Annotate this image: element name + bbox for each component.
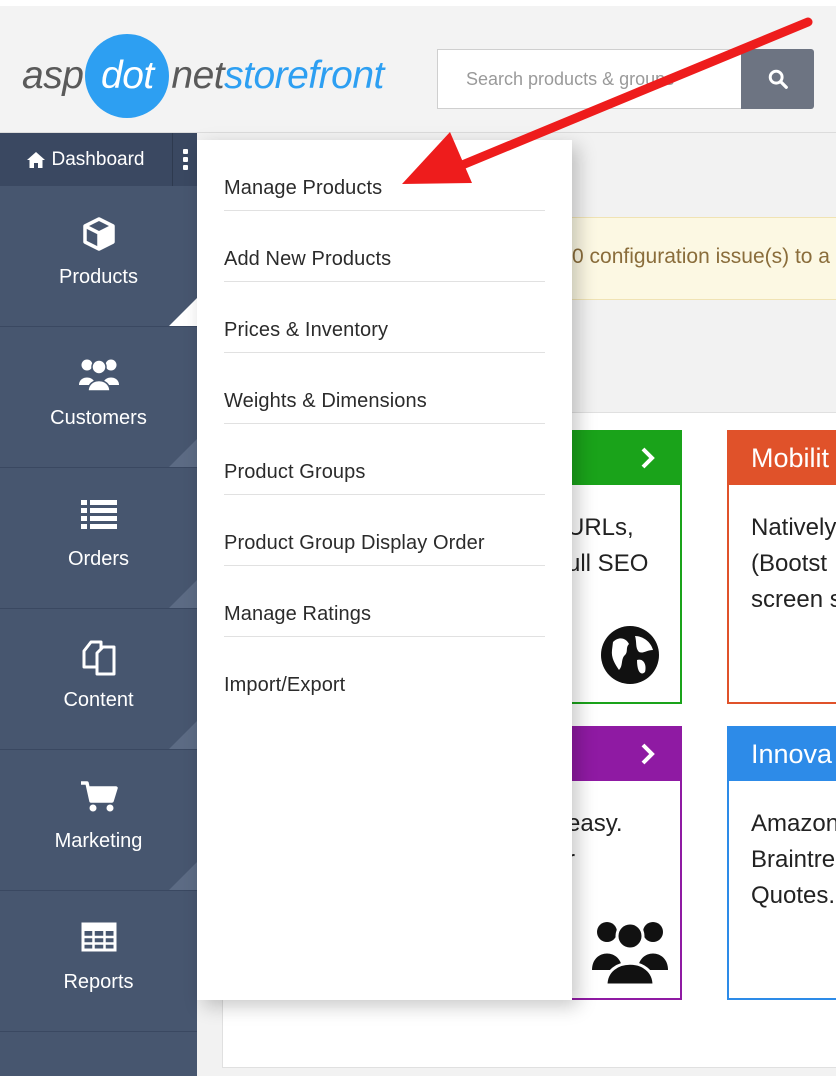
search-button[interactable]: [741, 49, 814, 109]
menu-item-product-groups[interactable]: Product Groups: [224, 424, 545, 495]
feature-card-mobility[interactable]: Mobilit Natively (Bootst screen s: [727, 430, 836, 704]
sidebar-item-label: Products: [59, 266, 138, 288]
copy-icon: [82, 640, 115, 676]
card-body-line: screen s: [751, 586, 836, 613]
card-body-line: URLs,: [572, 514, 634, 541]
dashboard-button[interactable]: Dashboard: [0, 133, 170, 186]
sidebar-item-orders[interactable]: Orders: [0, 468, 197, 609]
sidebar-item-content[interactable]: Content: [0, 609, 197, 750]
sidebar-item-label: Marketing: [54, 830, 143, 852]
card-body: URLs, ull SEO: [572, 510, 648, 582]
sidebar-item-label: Content: [63, 689, 134, 711]
users-icon: [592, 921, 668, 986]
site-logo[interactable]: asp dot net storefront: [22, 34, 384, 118]
feature-card-seo[interactable]: URLs, ull SEO: [572, 430, 682, 704]
search-icon: [768, 69, 788, 89]
card-body-line: Amazon: [751, 810, 836, 837]
sidebar-item-customers[interactable]: Customers: [0, 327, 197, 468]
chevron-right-icon[interactable]: [640, 446, 656, 470]
home-icon: [26, 151, 45, 168]
sidebar-item-marketing[interactable]: Marketing: [0, 750, 197, 891]
config-alert[interactable]: 0 configuration issue(s) to a: [572, 217, 836, 300]
menu-item-product-group-display-order[interactable]: Product Group Display Order: [224, 495, 545, 566]
sidebar-item-reports[interactable]: Reports: [0, 891, 197, 1032]
globe-icon: [601, 626, 659, 684]
menu-item-import-export[interactable]: Import/Export: [224, 637, 545, 708]
sidebar-item-label: Orders: [67, 548, 130, 570]
menu-item-add-new-products[interactable]: Add New Products: [224, 211, 545, 282]
logo-dot-circle: dot: [85, 34, 170, 118]
card-body-line: (Bootst: [751, 550, 828, 577]
products-dropdown-menu: Manage Products Add New Products Prices …: [197, 140, 572, 1000]
dashboard-label: Dashboard: [51, 148, 145, 170]
users-icon: [78, 359, 119, 392]
card-body-line: Quotes.: [751, 882, 836, 909]
table-icon: [81, 922, 116, 952]
cube-icon: [82, 217, 115, 251]
sidebar-item-products[interactable]: Products: [0, 186, 197, 327]
feature-card-customers[interactable]: easy. r: [572, 726, 682, 1000]
card-body-line: ull SEO: [572, 550, 649, 577]
menu-item-prices-inventory[interactable]: Prices & Inventory: [224, 282, 545, 353]
logo-asp-text: asp: [22, 54, 84, 97]
logo-storefront-text: storefront: [224, 54, 384, 97]
card-body: easy. r: [572, 806, 623, 878]
dashboard-bar: Dashboard: [0, 133, 197, 186]
sidebar-item-label: Customers: [50, 407, 147, 429]
sidebar-item-label: Reports: [63, 971, 134, 993]
chevron-right-icon[interactable]: [640, 742, 656, 766]
menu-item-manage-products[interactable]: Manage Products: [224, 140, 545, 211]
card-title: Innova: [729, 728, 836, 781]
card-title: Mobilit: [729, 432, 836, 485]
card-header: [572, 728, 680, 781]
card-header: [572, 432, 680, 485]
list-icon: [80, 500, 117, 529]
card-body-line: Braintre: [751, 846, 836, 873]
logo-dot-text: dot: [101, 54, 154, 97]
dashboard-menu-toggle[interactable]: [172, 133, 197, 186]
card-body-line: Natively: [751, 514, 836, 541]
cart-icon: [80, 781, 118, 812]
sidebar: Dashboard Products Customers Orders Cont…: [0, 133, 197, 1076]
card-body: Amazon Braintre Quotes.: [751, 806, 836, 914]
card-body-line: r: [572, 842, 623, 878]
menu-item-weights-dimensions[interactable]: Weights & Dimensions: [224, 353, 545, 424]
feature-card-innovation[interactable]: Innova Amazon Braintre Quotes.: [727, 726, 836, 1000]
card-body-line: easy.: [572, 810, 623, 837]
search-input[interactable]: Search products & groups: [437, 49, 742, 109]
card-body: Natively (Bootst screen s: [751, 510, 836, 618]
logo-net-text: net: [171, 54, 225, 97]
top-header: asp dot net storefront Search products & …: [0, 0, 836, 133]
menu-item-manage-ratings[interactable]: Manage Ratings: [224, 566, 545, 637]
